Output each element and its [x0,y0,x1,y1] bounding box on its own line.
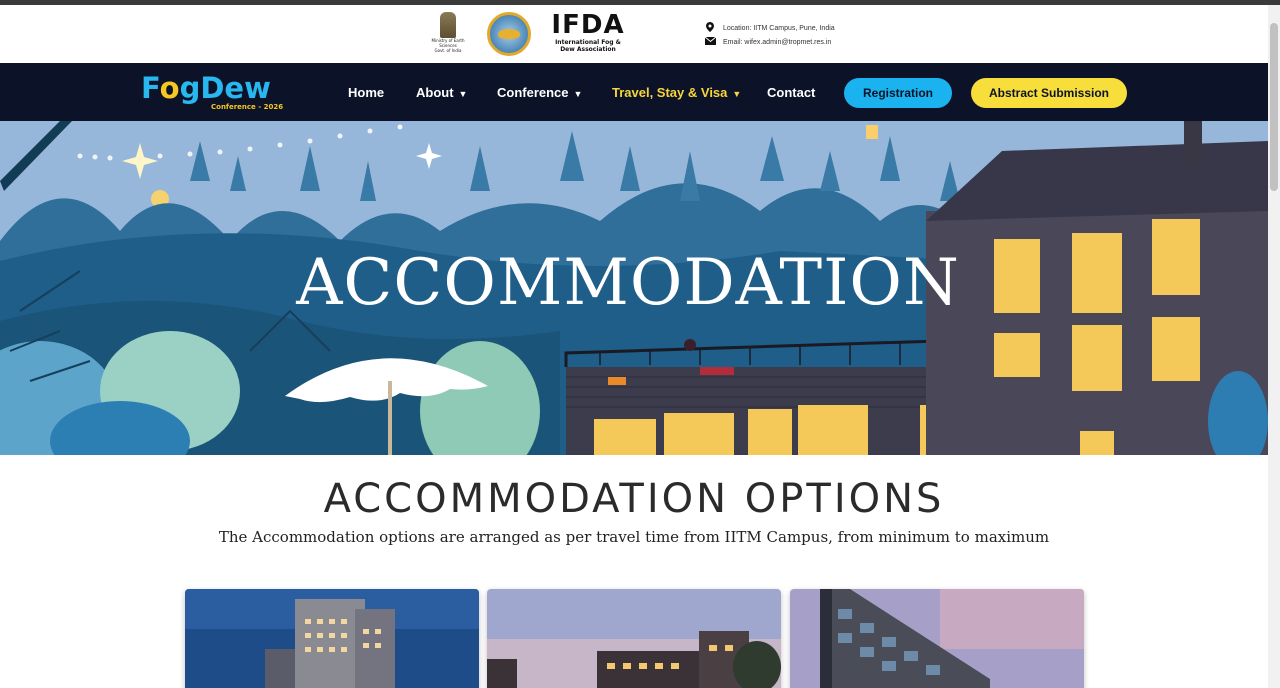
hero-banner: ACCOMMODATION [0,121,1268,455]
contact-info: Location: IITM Campus, Pune, India Email… [704,21,835,49]
nav-travel-label: Travel, Stay & Visa [612,85,728,100]
main-navigation: FogDew Conference - 2026 Home About ▼ Con… [0,63,1268,121]
scrollbar-thumb[interactable] [1270,23,1278,191]
nav-item-home[interactable]: Home [348,85,384,100]
ifda-full-name-line1: International Fog & [555,39,621,46]
logo-subtitle: Conference - 2026 [211,103,284,111]
accommodation-card[interactable] [487,589,781,688]
ashoka-emblem-icon [440,12,456,38]
map-pin-icon [704,22,716,34]
hero-title: ACCOMMODATION [296,246,960,320]
hotel-image [790,589,1084,688]
vertical-scrollbar[interactable] [1268,5,1280,688]
accommodation-card[interactable] [185,589,479,688]
section-title: ACCOMMODATION OPTIONS [323,476,945,522]
email-row[interactable]: Email: wifex.admin@tropmet.res.in [704,35,835,49]
nav-item-about[interactable]: About ▼ [416,85,467,100]
page-content: Ministry of Earth Sciences Govt. of Indi… [0,5,1268,688]
logo-wordmark: FogDew [141,73,283,103]
caret-down-icon: ▼ [458,89,468,99]
moes-emblem-logo[interactable]: Ministry of Earth Sciences Govt. of Indi… [423,12,473,58]
page: Ministry of Earth Sciences Govt. of Indi… [0,0,1280,688]
logo-drop: o [159,71,180,105]
logo-letters-gdew: gDew [179,71,271,105]
location-text: Location: IITM Campus, Pune, India [723,24,835,32]
nav-about-label: About [416,85,454,100]
hotel-image [487,589,781,688]
section-subtitle: The Accommodation options are arranged a… [218,528,1050,546]
accommodation-card[interactable] [790,589,1084,688]
caret-down-icon: ▼ [732,89,742,99]
ifda-seal-logo[interactable] [487,12,531,56]
nav-contact-label: Contact [767,85,816,100]
top-header: Ministry of Earth Sciences Govt. of Indi… [0,5,1268,63]
fogdew-logo[interactable]: FogDew Conference - 2026 [141,73,283,111]
ifda-full-name-line2: Dew Association [560,46,616,53]
hotel-image [185,589,479,688]
logo-letter-f: F [141,71,160,105]
registration-button[interactable]: Registration [844,78,952,108]
ifda-wordmark[interactable]: IFDA International Fog & Dew Association [546,11,630,53]
nav-home-label: Home [348,85,385,100]
emblem-caption-line1: Ministry of Earth Sciences [431,38,465,48]
caret-down-icon: ▼ [573,89,583,99]
nav-item-travel-stay-visa[interactable]: Travel, Stay & Visa ▼ [612,85,741,100]
nav-conference-label: Conference [497,85,569,100]
location-row: Location: IITM Campus, Pune, India [704,21,835,35]
envelope-icon [704,36,716,47]
abstract-submission-button[interactable]: Abstract Submission [971,78,1127,108]
emblem-caption-line2: Govt. of India [434,48,462,53]
nav-item-contact[interactable]: Contact [767,85,815,100]
nav-item-conference[interactable]: Conference ▼ [497,85,582,100]
email-text[interactable]: Email: wifex.admin@tropmet.res.in [723,39,831,46]
ifda-short-name: IFDA [551,10,625,40]
